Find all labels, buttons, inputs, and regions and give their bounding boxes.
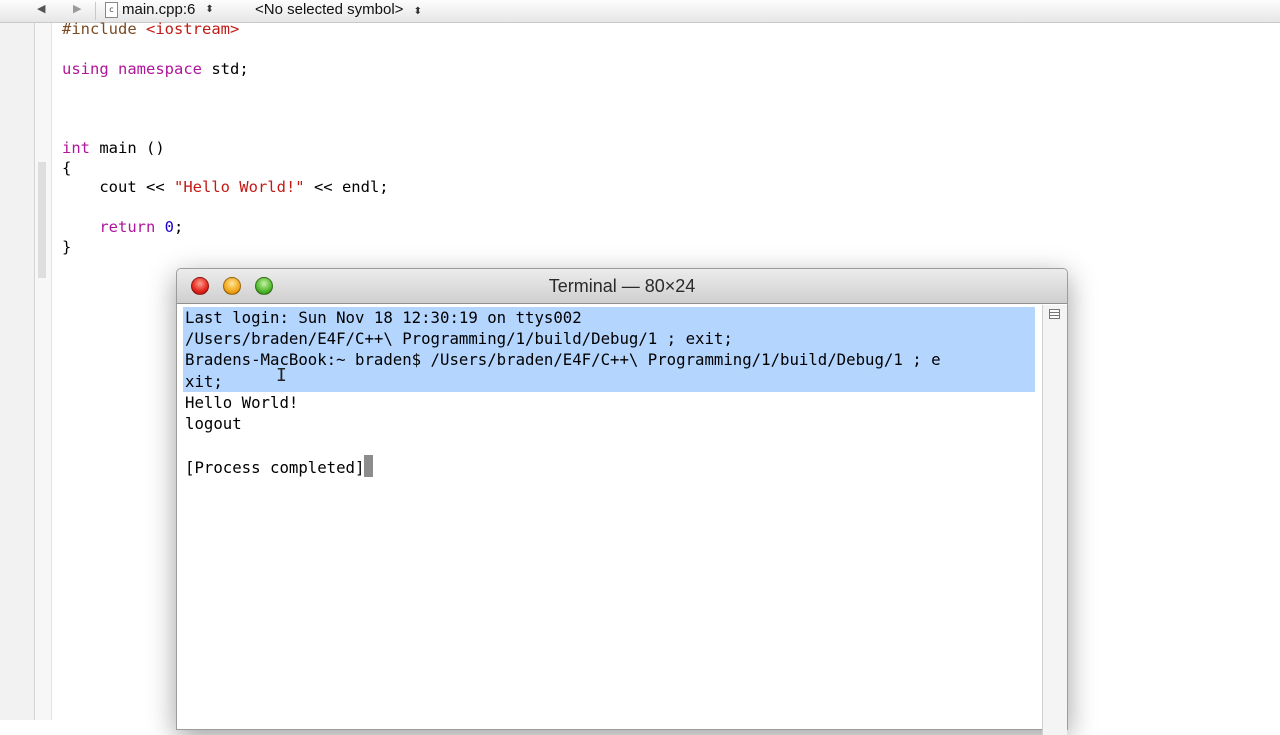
code-token: using [62,59,109,78]
terminal-line-text: [Process completed] [185,458,365,478]
code-line[interactable]: #include <iostream> [62,20,389,40]
code-line[interactable]: cout << "Hello World!" << endl; [62,178,389,198]
line-number-gutter [0,23,35,720]
code-token: "Hello World!" [173,178,305,197]
code-line[interactable] [62,79,389,99]
fold-region-marker[interactable] [38,162,46,278]
code-token: 0 [164,217,175,236]
ibeam-cursor-icon: I [276,365,287,386]
code-token: namespace [118,59,203,78]
terminal-output[interactable]: Last login: Sun Nov 18 12:30:19 on ttys0… [183,307,1035,478]
jump-bar-divider [95,2,96,20]
terminal-window: Terminal — 80×24 Last login: Sun Nov 18 … [176,268,1068,735]
code-line[interactable] [62,119,389,139]
cpp-file-icon: c [105,1,118,18]
terminal-line-text: logout [185,413,242,433]
source-editor[interactable]: #include <iostream> using namespace std; i… [62,20,389,258]
code-token: #include [62,20,146,38]
code-token: ; [174,217,184,236]
code-line[interactable]: { [62,159,389,179]
terminal-line: [Process completed] [185,455,1035,478]
code-line[interactable]: int main () [62,139,389,159]
code-token: main () [90,138,165,157]
code-token: <iostream> [146,20,240,38]
terminal-line-text: Bradens-MacBook:~ braden$ /Users/braden/… [185,350,941,370]
symbol-breadcrumb[interactable]: <No selected symbol> ⬍ [255,1,422,18]
code-token: { [62,158,72,177]
terminal-line-text: /Users/braden/E4F/C++\ Programming/1/bui… [185,329,733,349]
code-line[interactable] [62,198,389,218]
terminal-line: xit; [183,370,1035,392]
code-line[interactable] [62,40,389,60]
text-cursor [364,455,374,477]
terminal-line: logout [185,413,1035,434]
code-line[interactable]: using namespace std; [62,60,389,80]
split-pane-icon[interactable] [1049,309,1060,319]
symbol-breadcrumb-label: <No selected symbol> [255,1,404,18]
code-token: int [62,138,90,157]
terminal-line-text: Last login: Sun Nov 18 12:30:19 on ttys0… [185,308,582,327]
file-breadcrumb[interactable]: c main.cpp:6 ⬍ [105,1,214,18]
file-breadcrumb-label: main.cpp:6 [122,1,196,18]
terminal-line: /Users/braden/E4F/C++\ Programming/1/bui… [183,328,1035,350]
updown-chevron-icon: ⬍ [413,6,422,17]
forward-arrow-icon[interactable]: ▶ [73,2,81,15]
terminal-title: Terminal — 80×24 [548,276,696,296]
code-token: } [62,237,72,256]
code-token: << endl; [304,178,389,197]
terminal-line-text: xit; [185,371,223,391]
code-line[interactable] [62,99,389,119]
terminal-line-text: Hello World! [185,392,299,412]
code-token: std; [202,59,249,78]
terminal-line: Bradens-MacBook:~ braden$ /Users/braden/… [183,349,1035,371]
terminal-titlebar[interactable]: Terminal — 80×24 [177,269,1067,304]
code-line[interactable]: return 0; [62,218,389,238]
terminal-line: Last login: Sun Nov 18 12:30:19 on ttys0… [183,307,1035,329]
terminal-scrollbar[interactable] [1042,305,1067,735]
code-folding-ribbon[interactable] [35,23,52,720]
back-arrow-icon[interactable]: ◀ [37,2,45,15]
terminal-line: Hello World! [185,392,1035,413]
code-token: cout << [62,178,174,197]
updown-chevron-icon: ⬍ [205,4,214,15]
code-token: return [99,217,156,236]
code-line[interactable]: } [62,238,389,258]
